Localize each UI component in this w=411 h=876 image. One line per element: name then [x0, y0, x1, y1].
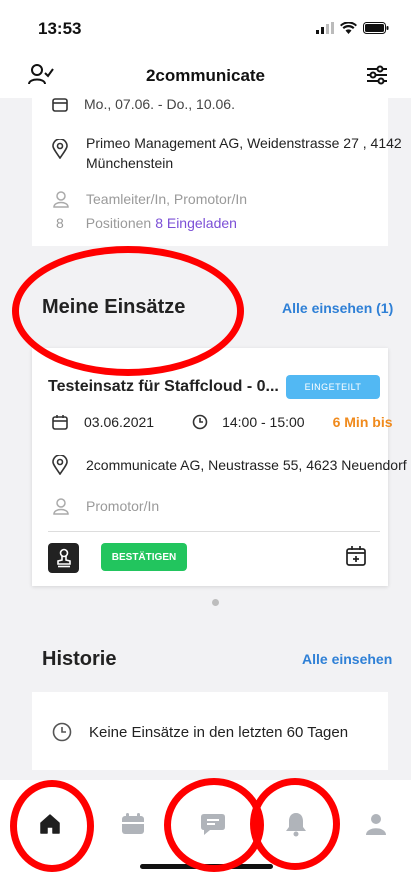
status-time: 13:53: [38, 19, 82, 38]
bell-icon: [286, 813, 306, 837]
assignment-role: Promotor/In: [86, 498, 160, 514]
status-bar: 13:53: [0, 0, 411, 56]
wifi-icon: [340, 22, 357, 34]
assignment-time: 14:00 - 15:00: [222, 414, 305, 430]
assignment-title-text: Testeinsatz für Staffcloud - 0...: [48, 378, 279, 395]
calendar-icon: [52, 415, 68, 430]
tab-profile[interactable]: [356, 804, 396, 844]
home-indicator: [140, 864, 273, 869]
event-roles: Teamleiter/In, Promotor/In: [86, 191, 248, 207]
signal-icon: [316, 22, 334, 34]
invited-count: 8 Eingeladen: [155, 215, 237, 231]
assignment-location: 2communicate AG, Neustrasse 55, 4623 Neu…: [86, 457, 407, 473]
event-date-text: Mo., 07.06. - Do., 10.06.: [84, 96, 235, 112]
battery-icon: [363, 22, 389, 34]
status-icons: [316, 22, 389, 34]
assignment-countdown: 6 Min bis: [332, 414, 393, 430]
home-icon: [40, 814, 60, 834]
assignment-location-row: 2communicate AG, Neustrasse 55, 4623 Neu…: [52, 455, 407, 475]
user-icon: [53, 191, 69, 208]
event-location-line2: Münchenstein: [86, 155, 174, 171]
page-title: 2communicate: [145, 66, 266, 85]
assignment-datetime-row: 03.06.2021 14:00 - 15:00 6 Min bis: [52, 414, 393, 430]
user-icon: [53, 498, 69, 515]
confirm-button[interactable]: BESTÄTIGEN: [101, 543, 187, 571]
event-positions-row: 8 Positionen 8 Eingeladen: [56, 215, 237, 231]
nav-bar: 2communicate: [0, 56, 411, 98]
tab-bar: [0, 780, 411, 876]
tab-calendar[interactable]: [113, 804, 153, 844]
chat-icon: [201, 814, 225, 835]
tab-notifications[interactable]: [276, 804, 316, 844]
assignment-date: 03.06.2021: [84, 414, 155, 430]
event-location-line1: Primeo Management AG, Weidenstrasse 27 ,…: [86, 135, 402, 151]
positions-count: 8: [56, 215, 64, 231]
my-assignments-title: Meine Einsätze: [42, 296, 186, 318]
history-empty-row: Keine Einsätze in den letzten 60 Tagen: [52, 722, 348, 742]
location-pin-icon: [52, 139, 68, 159]
stamp-button[interactable]: [48, 543, 79, 573]
assignment-role-row: Promotor/In: [52, 497, 159, 515]
profile-icon: [366, 814, 386, 835]
history-title: Historie: [42, 648, 117, 670]
positions-label: Positionen: [85, 215, 152, 231]
clock-icon: [192, 414, 208, 430]
history-empty-text: Keine Einsätze in den letzten 60 Tagen: [89, 723, 349, 741]
calendar-icon: [52, 98, 68, 112]
tab-home[interactable]: [30, 804, 70, 844]
add-to-calendar-icon[interactable]: [345, 545, 367, 572]
my-assignments-see-all-link[interactable]: Alle einsehen (1): [282, 300, 393, 316]
event-roles-row: Teamleiter/In, Promotor/In: [52, 190, 247, 208]
assignment-divider: [48, 531, 380, 532]
stamp-icon: [56, 548, 71, 568]
tab-messages[interactable]: [193, 804, 233, 844]
event-date-row: Mo., 07.06. - Do., 10.06.: [52, 96, 235, 112]
status-badge: EINGETEILT: [286, 375, 380, 399]
location-pin-icon: [52, 455, 68, 475]
pagination-dot[interactable]: [212, 599, 219, 606]
calendar-icon: [122, 813, 144, 834]
history-see-all-link[interactable]: Alle einsehen: [302, 651, 392, 667]
sliders-icon[interactable]: [365, 63, 389, 92]
event-location-row: Primeo Management AG, Weidenstrasse 27 ,…: [52, 133, 402, 173]
assignment-title: Testeinsatz für Staffcloud - 0...: [48, 378, 279, 396]
clock-icon: [52, 722, 72, 742]
